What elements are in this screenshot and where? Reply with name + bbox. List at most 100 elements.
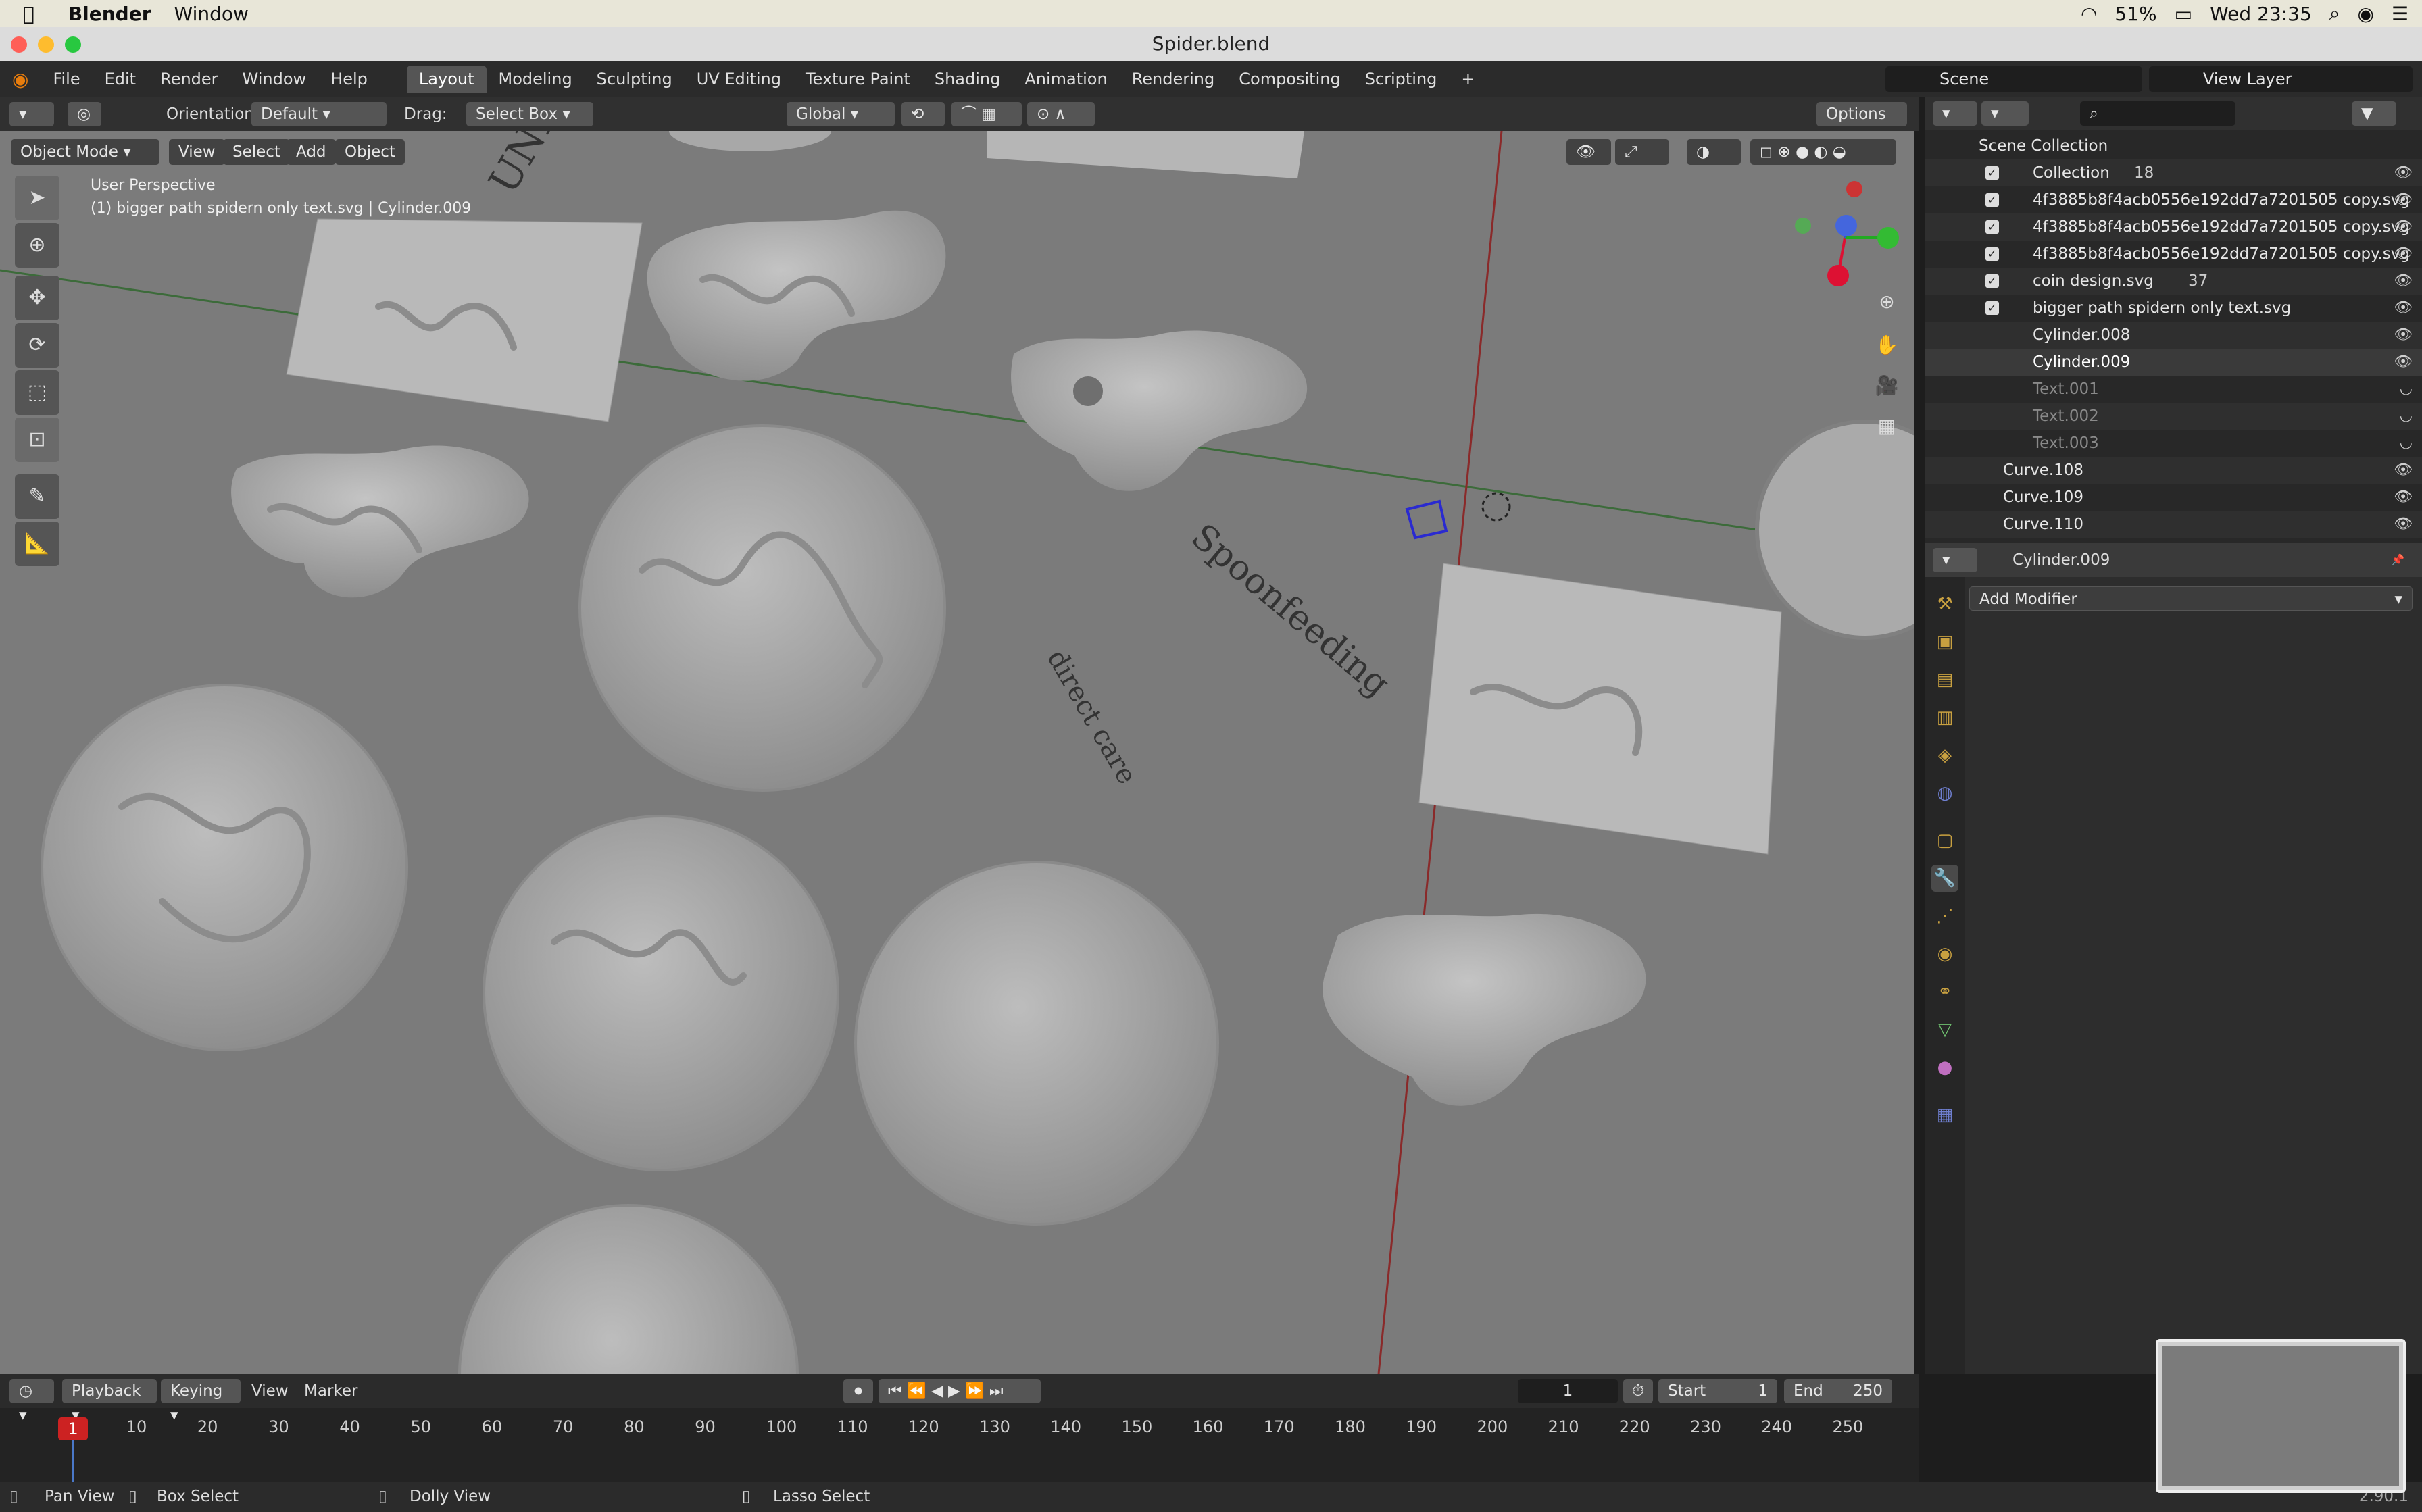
pivot-point-icon[interactable]: ⟲ <box>901 102 945 126</box>
view-layer-tab-icon[interactable]: ▥ <box>1931 704 1958 731</box>
properties-editor-type[interactable]: ▾ <box>1933 548 1977 572</box>
eye-icon[interactable]: 👁 <box>2394 268 2413 295</box>
scene-selector[interactable]: Scene <box>1885 66 2142 92</box>
tab-rendering[interactable]: Rendering <box>1120 66 1227 93</box>
ortho-grid-icon[interactable]: ▦ <box>1872 415 1902 445</box>
siri-icon[interactable]: ◉ <box>2357 3 2373 25</box>
apple-icon[interactable]:  <box>23 3 34 25</box>
outliner-display-mode[interactable]: ▾ <box>1981 101 2029 126</box>
output-tab-icon[interactable]: ▤ <box>1931 666 1958 693</box>
timeline-editor-type[interactable]: ◷ ▾ <box>9 1379 54 1424</box>
outliner-editor-type[interactable]: ▾ <box>1933 101 1977 126</box>
outliner-row[interactable]: Curve.109 👁 <box>1925 484 2422 511</box>
transform-tool-icon[interactable]: ⊡ <box>15 418 59 462</box>
tab-modeling[interactable]: Modeling <box>487 66 585 93</box>
eye-closed-icon[interactable]: ◡ <box>2400 376 2413 403</box>
end-frame-field[interactable]: End 250 <box>1784 1379 1892 1403</box>
tab-compositing[interactable]: Compositing <box>1227 66 1352 93</box>
outliner-row[interactable]: Text.002 ◡ <box>1925 403 2422 430</box>
transform-orientation-dropdown[interactable]: Global ▾ <box>787 102 895 126</box>
pan-hand-icon[interactable]: ✋ <box>1872 334 1902 363</box>
current-frame-field[interactable]: 1 <box>1518 1379 1618 1403</box>
close-window-button[interactable] <box>11 36 27 53</box>
outliner-row[interactable]: ✓ coin design.svg 37 👁 <box>1925 268 2422 295</box>
select-tool-icon[interactable]: ➤ <box>15 176 59 220</box>
minimize-window-button[interactable] <box>38 36 54 53</box>
checkbox[interactable]: ✓ <box>1985 274 1999 288</box>
playback-dropdown[interactable]: Playback ▾ <box>62 1379 157 1424</box>
eye-icon[interactable]: 👁 <box>2394 186 2413 213</box>
timeline-menu-marker[interactable]: Marker <box>304 1379 358 1403</box>
proportional-edit-icon[interactable]: ⊙ ∧ <box>1027 102 1095 126</box>
menu-list-icon[interactable]: ☰ <box>2392 3 2408 25</box>
playback-controls[interactable]: ⏮ ⏪ ◀ ▶ ⏩ ⏭ <box>879 1379 1041 1403</box>
start-frame-field[interactable]: Start 1 <box>1658 1379 1777 1403</box>
time-toggle-icon[interactable]: ⏱ <box>1623 1379 1653 1403</box>
outliner-search-input[interactable]: ⌕ <box>2080 101 2235 126</box>
view-layer-selector[interactable]: View Layer <box>2149 66 2413 92</box>
blender-logo-icon[interactable]: ◉ <box>0 68 41 91</box>
gizmo-toggle-icon[interactable]: ⤢ <box>1615 139 1669 165</box>
render-tab-icon[interactable]: ▣ <box>1931 628 1958 655</box>
mode-dropdown[interactable]: Object Mode ▾ <box>11 139 159 165</box>
checkbox[interactable]: ✓ <box>1985 193 1999 207</box>
zoom-window-button[interactable] <box>65 36 81 53</box>
menu-window[interactable]: Window <box>230 70 319 89</box>
eye-icon[interactable]: 👁 <box>2394 241 2413 268</box>
eye-icon[interactable]: 👁 <box>2394 159 2413 186</box>
outliner-row[interactable]: Text.001 ◡ <box>1925 376 2422 403</box>
eye-icon[interactable]: 👁 <box>2394 322 2413 349</box>
physics-tab-icon[interactable]: ◉ <box>1931 940 1958 967</box>
outliner-row[interactable]: ✓ Collection 18 👁 <box>1925 159 2422 186</box>
timeline-ruler[interactable]: 1102030405060708090100110120130140150160… <box>0 1408 1919 1482</box>
menu-render[interactable]: Render <box>148 70 230 89</box>
annotate-tool-icon[interactable]: ✎ <box>15 474 59 519</box>
object-tab-icon[interactable]: ▢ <box>1931 827 1958 854</box>
outliner-row[interactable]: ✓ 4f3885b8f4acb0556e192dd7a7201505 copy.s… <box>1925 213 2422 241</box>
eye-closed-icon[interactable]: ◡ <box>2400 430 2413 457</box>
checkbox[interactable]: ✓ <box>1985 166 1999 180</box>
material-tab-icon[interactable]: ● <box>1931 1054 1958 1081</box>
viewport-menu-select[interactable]: Select <box>223 139 290 165</box>
checkbox[interactable]: ✓ <box>1985 220 1999 234</box>
data-tab-icon[interactable]: ▽ <box>1931 1016 1958 1043</box>
world-tab-icon[interactable]: ◍ <box>1931 780 1958 807</box>
menu-help[interactable]: Help <box>318 70 380 89</box>
zoom-icon[interactable]: ⊕ <box>1872 291 1902 320</box>
eye-icon[interactable]: 👁 <box>2394 511 2413 538</box>
outliner-row[interactable]: ✓ bigger path spidern only text.svg 👁 <box>1925 295 2422 322</box>
cursor-tool-icon[interactable]: ⊕ <box>15 223 59 268</box>
tool-settings-icon[interactable]: ◎ <box>68 102 101 126</box>
playhead-frame[interactable]: 1 <box>58 1417 88 1440</box>
tab-animation[interactable]: Animation <box>1012 66 1119 93</box>
timeline-menu-view[interactable]: View <box>251 1379 289 1403</box>
modifier-tab-icon[interactable]: 🔧 <box>1931 865 1958 892</box>
eye-icon[interactable]: 👁 <box>2394 349 2413 376</box>
tab-uv-editing[interactable]: UV Editing <box>685 66 793 93</box>
record-button[interactable]: ⏺ <box>843 1379 873 1403</box>
screenshot-thumbnail[interactable] <box>2156 1339 2406 1493</box>
outliner-row-selected[interactable]: Cylinder.009 👁 <box>1925 349 2422 376</box>
add-modifier-dropdown[interactable]: Add Modifier ▾ <box>1969 586 2413 611</box>
app-menu[interactable]: Blender <box>68 3 151 25</box>
constraints-tab-icon[interactable]: ⚭ <box>1931 978 1958 1005</box>
outliner-row[interactable]: Curve.110 👁 <box>1925 511 2422 538</box>
tab-shading[interactable]: Shading <box>922 66 1013 93</box>
viewport-menu-add[interactable]: Add <box>287 139 336 165</box>
eye-icon[interactable]: 👁 <box>2394 213 2413 241</box>
tab-texture-paint[interactable]: Texture Paint <box>793 66 922 93</box>
particles-tab-icon[interactable]: ⋰ <box>1931 903 1958 930</box>
eye-icon[interactable]: 👁 <box>2394 457 2413 484</box>
outliner-filter-icon[interactable]: ▼ <box>2352 101 2396 126</box>
tab-scripting[interactable]: Scripting <box>1353 66 1450 93</box>
add-workspace-button[interactable]: + <box>1449 66 1487 93</box>
rotate-tool-icon[interactable]: ⟳ <box>15 323 59 368</box>
outliner-row[interactable]: ✓ 4f3885b8f4acb0556e192dd7a7201505 copy.s… <box>1925 241 2422 268</box>
outliner-row[interactable]: ✓ 4f3885b8f4acb0556e192dd7a7201505 copy.s… <box>1925 186 2422 213</box>
menu-file[interactable]: File <box>41 70 92 89</box>
viewport-menu-view[interactable]: View <box>169 139 225 165</box>
snap-icon[interactable]: ⌒ ▦ <box>952 102 1022 126</box>
clock[interactable]: Wed 23:35 <box>2210 3 2312 25</box>
eye-icon[interactable]: 👁 <box>2394 484 2413 511</box>
camera-view-icon[interactable]: 🎥 <box>1872 374 1902 404</box>
